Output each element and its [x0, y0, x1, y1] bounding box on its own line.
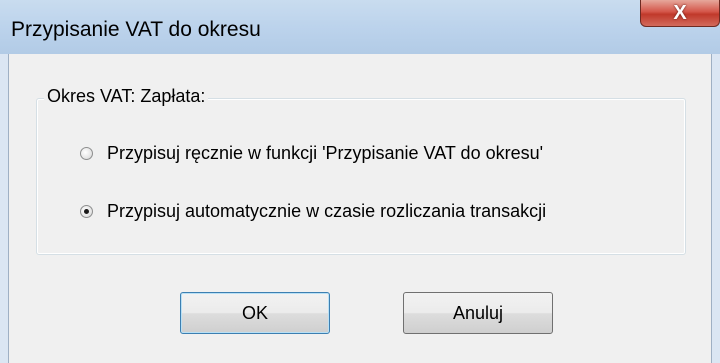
radio-automatic-label[interactable]: Przypisuj automatycznie w czasie rozlicz… — [107, 201, 546, 222]
window-title: Przypisanie VAT do okresu — [11, 18, 261, 41]
radio-option-automatic[interactable]: Przypisuj automatycznie w czasie rozlicz… — [80, 199, 546, 223]
groupbox-label: Okres VAT: Zapłata: — [44, 86, 209, 107]
ok-button[interactable]: OK — [180, 292, 330, 334]
radio-manual-icon[interactable] — [80, 146, 93, 160]
radio-manual-label[interactable]: Przypisuj ręcznie w funkcji 'Przypisanie… — [107, 143, 543, 164]
close-icon: X — [673, 2, 687, 24]
radio-option-manual[interactable]: Przypisuj ręcznie w funkcji 'Przypisanie… — [80, 141, 543, 165]
close-button[interactable]: X — [640, 0, 720, 27]
radio-automatic-icon[interactable] — [80, 204, 93, 218]
cancel-button[interactable]: Anuluj — [403, 292, 553, 334]
title-bar: Przypisanie VAT do okresu X — [0, 0, 720, 54]
vat-period-groupbox — [36, 98, 686, 255]
